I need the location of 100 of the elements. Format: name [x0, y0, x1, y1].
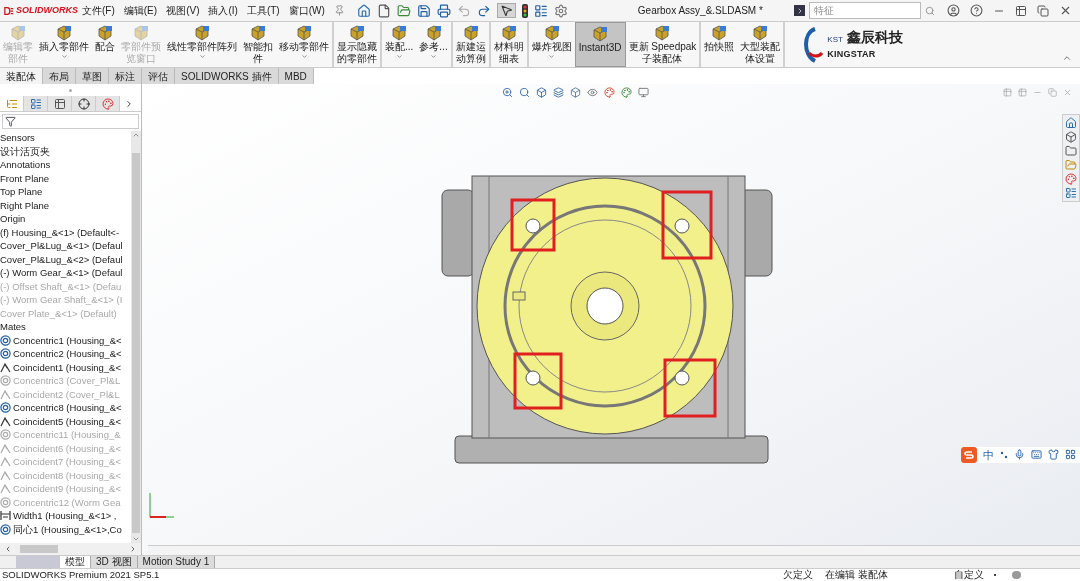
menu-item[interactable]: 窗口(W)	[288, 3, 325, 18]
menu-item[interactable]: 视图(V)	[166, 3, 200, 18]
layout-icon[interactable]	[1015, 4, 1027, 17]
new-file-icon[interactable]	[376, 3, 391, 18]
keyboard-icon[interactable]	[1031, 449, 1042, 461]
help-icon[interactable]	[970, 4, 983, 17]
tree-item[interactable]: (f) Housing_&<1> (Default<-	[0, 225, 131, 239]
menu-item[interactable]: 插入(I)	[208, 3, 238, 18]
tree-item[interactable]: 同心1 (Housing_&<1>,Co	[0, 522, 131, 536]
scroll-up-icon[interactable]	[132, 131, 140, 139]
tile-right-icon[interactable]	[1018, 87, 1027, 97]
tree-item[interactable]: Annotations	[0, 158, 131, 172]
ime-mode[interactable]: 中	[983, 446, 994, 463]
tree-item[interactable]: Coincident1 (Housing_&<	[0, 360, 131, 374]
appearance-icon[interactable]	[1065, 173, 1077, 185]
tree-item[interactable]: Sensors	[0, 131, 131, 145]
redo-icon[interactable]	[476, 3, 491, 18]
tree-item[interactable]: Front Plane	[0, 171, 131, 185]
ribbon-button[interactable]: 装配...	[382, 22, 417, 67]
save-icon[interactable]	[416, 3, 431, 18]
open-folder-icon[interactable]	[396, 3, 411, 18]
tree-item[interactable]: Cover_Pl&Lug_&<1> (Defaul	[0, 239, 131, 253]
section-view-icon[interactable]	[553, 86, 564, 98]
menu-item[interactable]: 工具(T)	[246, 3, 280, 18]
command-tab[interactable]: 布局	[43, 68, 76, 84]
tree-item[interactable]: (-) Worm Gear_&<1> (Defaul	[0, 266, 131, 280]
ribbon-button[interactable]: 配合	[92, 22, 118, 67]
tree-item[interactable]: Coincident5 (Housing_&<	[0, 414, 131, 428]
tree-item[interactable]: Top Plane	[0, 185, 131, 199]
scroll-left-icon[interactable]	[4, 545, 12, 553]
display-style-icon[interactable]	[570, 86, 581, 98]
command-tab[interactable]: 评估	[142, 68, 175, 84]
tree-item[interactable]: 设计活页夹	[0, 144, 131, 158]
horizontal-scrollbar[interactable]	[0, 543, 141, 555]
command-tab[interactable]: SOLIDWORKS 插件	[175, 68, 279, 84]
search-icon[interactable]	[925, 5, 935, 16]
restore-icon[interactable]	[1037, 4, 1049, 17]
menu-item[interactable]: 编辑(E)	[123, 3, 158, 18]
close-icon[interactable]	[1059, 4, 1072, 17]
ribbon-button[interactable]: Instant3D	[574, 22, 626, 67]
panel-tab[interactable]	[24, 96, 48, 111]
tree-item[interactable]: Concentric1 (Housing_&<	[0, 333, 131, 347]
scroll-right-icon[interactable]	[129, 545, 137, 553]
home-icon[interactable]	[356, 3, 371, 18]
ribbon-button[interactable]: 插入零部件	[36, 22, 92, 67]
view-cube-icon[interactable]	[536, 86, 547, 98]
filter-field[interactable]	[2, 114, 139, 129]
shirt-icon[interactable]	[1048, 449, 1059, 461]
punctuation-icon[interactable]	[1000, 450, 1008, 459]
command-tab[interactable]: 标注	[109, 68, 142, 84]
scroll-down-icon[interactable]	[132, 535, 140, 543]
tree-item[interactable]: Cover_Pl&Lug_&<2> (Defaul	[0, 252, 131, 266]
scene-icon[interactable]	[621, 86, 632, 98]
list-icon[interactable]	[1065, 187, 1077, 199]
filter-icon[interactable]	[5, 116, 16, 127]
ribbon-button[interactable]: 线性零部件阵列	[164, 22, 240, 67]
search-field[interactable]: 特征	[809, 2, 921, 19]
graphics-viewport[interactable]: 中	[142, 84, 1080, 555]
model-tab[interactable]: 模型	[60, 556, 91, 568]
part-icon[interactable]	[1065, 131, 1077, 143]
monitor-icon[interactable]	[638, 86, 649, 98]
tree-item[interactable]: Width1 (Housing_&<1> ,	[0, 509, 131, 523]
home-icon[interactable]	[1065, 117, 1077, 129]
grip-icon[interactable]	[69, 88, 72, 92]
tree-item[interactable]: Concentric8 (Housing_&<	[0, 401, 131, 415]
ribbon-button[interactable]: 智能扣 件	[240, 22, 276, 67]
tree-item[interactable]: Concentric2 (Housing_&<	[0, 347, 131, 361]
pin-icon[interactable]	[333, 5, 345, 16]
select-button[interactable]	[496, 3, 516, 18]
zoom-area-icon[interactable]	[519, 86, 530, 98]
traffic-light-icon[interactable]	[521, 3, 528, 18]
hide-show-icon[interactable]	[587, 86, 598, 98]
grid-icon[interactable]	[1065, 449, 1076, 461]
folder-icon[interactable]	[1065, 145, 1077, 157]
command-tab[interactable]: 草图	[76, 68, 109, 84]
viewport-scrollbar[interactable]	[148, 545, 1080, 555]
scrollbar[interactable]	[131, 131, 141, 543]
units-dropdown[interactable]: 自定义	[954, 567, 984, 581]
microphone-icon[interactable]	[1014, 449, 1025, 461]
tile-left-icon[interactable]	[1003, 87, 1012, 97]
zoom-fit-icon[interactable]	[502, 86, 513, 98]
panel-icon[interactable]	[533, 3, 548, 18]
ime-logo-icon[interactable]	[961, 446, 977, 463]
ribbon-button[interactable]: 拍快照	[701, 22, 738, 67]
model-tab[interactable]: 3D 视图	[91, 556, 138, 568]
print-icon[interactable]	[436, 3, 451, 18]
panel-tab[interactable]	[48, 96, 72, 111]
account-icon[interactable]	[947, 4, 960, 17]
undo-icon[interactable]	[456, 3, 471, 18]
menu-item[interactable]: 文件(F)	[82, 3, 115, 18]
appearance-icon[interactable]	[604, 86, 615, 98]
tree-item[interactable]: Mates	[0, 320, 131, 334]
tree-item[interactable]: Origin	[0, 212, 131, 226]
settings-icon[interactable]	[553, 3, 568, 18]
panel-tab[interactable]	[96, 96, 120, 111]
scroll-thumb[interactable]	[132, 153, 140, 533]
command-tab[interactable]: MBD	[278, 68, 314, 84]
collapse-icon[interactable]	[1062, 53, 1072, 63]
model-tab[interactable]: Motion Study 1	[137, 556, 216, 568]
panel-tab[interactable]	[72, 96, 96, 111]
